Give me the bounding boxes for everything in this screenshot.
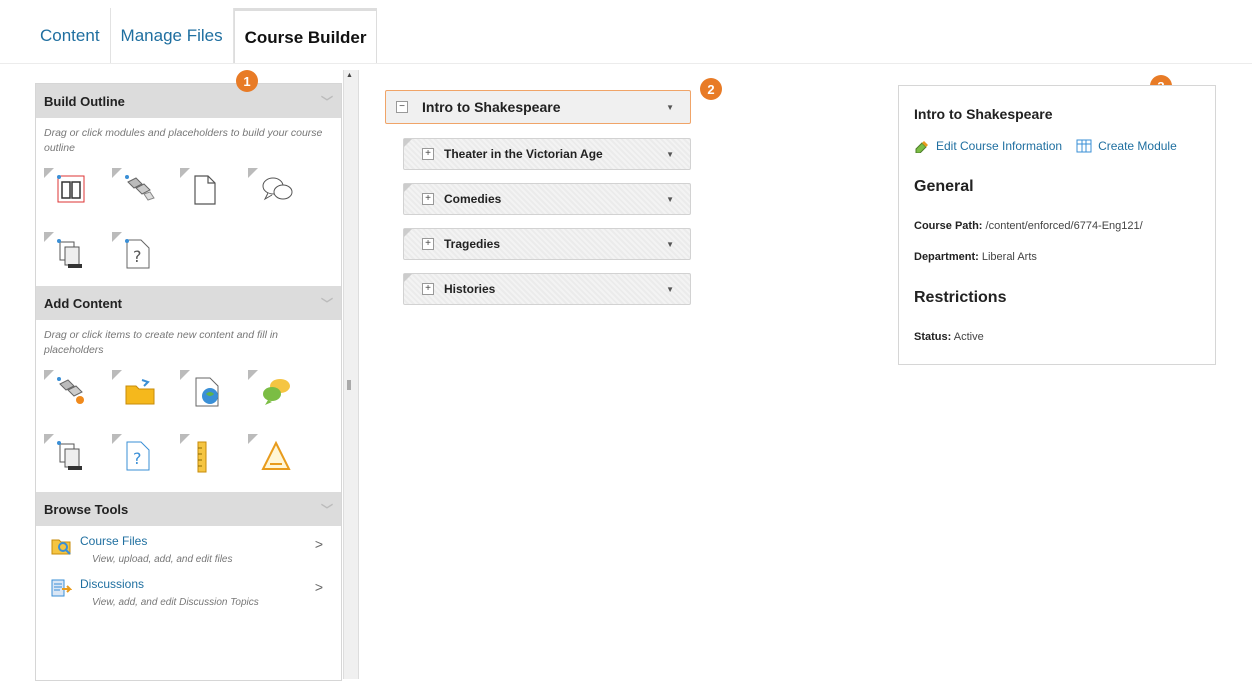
expand-icon[interactable]: +	[422, 148, 434, 160]
discussions-label: Discussions	[80, 577, 145, 591]
status-row: Status: Active	[914, 331, 984, 343]
caret-down-icon[interactable]: ▼	[666, 240, 674, 249]
ruler-content-icon[interactable]	[180, 434, 236, 482]
add-content-title: Add Content	[44, 295, 122, 311]
status-value: Active	[953, 331, 984, 343]
course-path-label: Course Path:	[914, 220, 983, 232]
status-label: Status:	[914, 331, 952, 343]
link-placeholder-icon[interactable]	[112, 168, 168, 216]
info-title: Intro to Shakespeare	[914, 106, 1053, 122]
department-row: Department: Liberal Arts	[914, 251, 1037, 263]
folder-content-icon[interactable]	[112, 370, 168, 418]
outline-module[interactable]: + Theater in the Victorian Age ▼	[403, 138, 691, 170]
tab-divider	[0, 63, 1252, 64]
expand-icon[interactable]: +	[422, 283, 434, 295]
restrictions-heading: Restrictions	[914, 289, 1007, 306]
caret-down-icon[interactable]: ▼	[666, 195, 674, 204]
outline-module-label: Histories	[444, 282, 496, 296]
build-outline-description: Drag or click modules and placeholders t…	[44, 127, 323, 154]
copy-content-icon[interactable]	[44, 434, 100, 482]
outline-module[interactable]: + Histories ▼	[403, 273, 691, 305]
expand-icon[interactable]: +	[422, 238, 434, 250]
tab-course-builder[interactable]: Course Builder	[233, 8, 378, 64]
panel-scrollbar[interactable]	[343, 70, 359, 679]
book-module-icon[interactable]	[44, 168, 100, 216]
course-path-row: Course Path: /content/enforced/6774-Eng1…	[914, 220, 1143, 232]
outline-module[interactable]: + Tragedies ▼	[403, 228, 691, 260]
outline-module[interactable]: + Comedies ▼	[403, 183, 691, 215]
course-path-value: /content/enforced/6774-Eng121/	[985, 220, 1143, 232]
add-content-description: Drag or click items to create new conten…	[44, 329, 279, 356]
chevron-right-icon[interactable]: >	[315, 579, 323, 595]
tab-content[interactable]: Content	[30, 8, 111, 64]
tab-bar: Content Manage Files Course Builder	[30, 8, 378, 64]
pencil-tag-icon	[915, 141, 928, 153]
survey-content-icon[interactable]	[248, 434, 304, 482]
add-content-icons: ?	[36, 362, 341, 488]
file-placeholder-icon[interactable]	[180, 168, 236, 216]
tab-manage-files[interactable]: Manage Files	[111, 8, 234, 64]
build-outline-header[interactable]: Build Outline ﹀	[36, 84, 341, 118]
department-value: Liberal Arts	[981, 251, 1037, 263]
info-links: Edit Course Information Create Module	[914, 139, 1191, 153]
quiz-content-icon[interactable]: ?	[112, 434, 168, 482]
browse-tools-header[interactable]: Browse Tools ﹀	[36, 492, 341, 526]
scroll-up-arrow-icon[interactable]: ▲	[346, 72, 354, 79]
splitter-handle[interactable]	[347, 380, 351, 390]
build-outline-title: Build Outline	[44, 93, 125, 109]
discussion-placeholder-icon[interactable]	[248, 168, 304, 216]
course-files-icon	[51, 539, 71, 555]
outline-module-label: Comedies	[444, 192, 502, 206]
add-content-header[interactable]: Add Content ﹀	[36, 286, 341, 320]
svg-text:?: ?	[133, 449, 142, 468]
outline-root-module[interactable]: − Intro to Shakespeare ▼	[385, 90, 691, 124]
outline-module-label: Tragedies	[444, 237, 501, 251]
discussions-description: View, add, and edit Discussion Topics	[92, 597, 259, 608]
web-content-icon[interactable]	[180, 370, 236, 418]
caret-down-icon[interactable]: ▼	[666, 150, 674, 159]
course-files-description: View, upload, add, and edit files	[92, 554, 233, 565]
link-content-icon[interactable]	[44, 370, 100, 418]
create-module-link[interactable]: Create Module	[1076, 139, 1177, 153]
step-badge-2: 2	[700, 78, 722, 100]
discussion-content-icon[interactable]	[248, 370, 304, 418]
builder-sidebar: Build Outline ﹀ Drag or click modules an…	[35, 83, 342, 681]
chevron-down-icon[interactable]: ﹀	[321, 295, 333, 312]
caret-down-icon[interactable]: ▼	[666, 103, 674, 112]
svg-text:?: ?	[133, 247, 142, 266]
course-files-tool[interactable]: Course Files View, upload, add, and edit…	[36, 526, 341, 569]
outline-module-label: Theater in the Victorian Age	[444, 147, 603, 161]
course-info-panel: Intro to Shakespeare Edit Course Informa…	[898, 85, 1216, 365]
expand-icon[interactable]: +	[422, 193, 434, 205]
module-grid-icon	[1076, 139, 1092, 153]
browse-tools-title: Browse Tools	[44, 501, 129, 517]
chevron-down-icon[interactable]: ﹀	[321, 501, 333, 518]
course-files-label: Course Files	[80, 534, 148, 548]
department-label: Department:	[914, 251, 979, 263]
copy-placeholder-icon[interactable]	[44, 232, 100, 280]
discussions-tool[interactable]: Discussions View, add, and edit Discussi…	[36, 569, 341, 612]
quiz-placeholder-icon[interactable]: ?	[112, 232, 168, 280]
caret-down-icon[interactable]: ▼	[666, 285, 674, 294]
edit-course-information-link[interactable]: Edit Course Information	[914, 139, 1062, 153]
chevron-down-icon[interactable]: ﹀	[321, 93, 333, 110]
build-outline-icons: ?	[36, 160, 341, 286]
general-heading: General	[914, 178, 974, 195]
step-badge-1: 1	[236, 70, 258, 92]
collapse-icon[interactable]: −	[396, 101, 408, 113]
edit-course-information-label: Edit Course Information	[936, 139, 1063, 153]
outline-root-label: Intro to Shakespeare	[422, 99, 561, 115]
discussions-icon	[51, 579, 72, 597]
chevron-right-icon[interactable]: >	[315, 536, 323, 552]
create-module-label: Create Module	[1098, 139, 1177, 153]
